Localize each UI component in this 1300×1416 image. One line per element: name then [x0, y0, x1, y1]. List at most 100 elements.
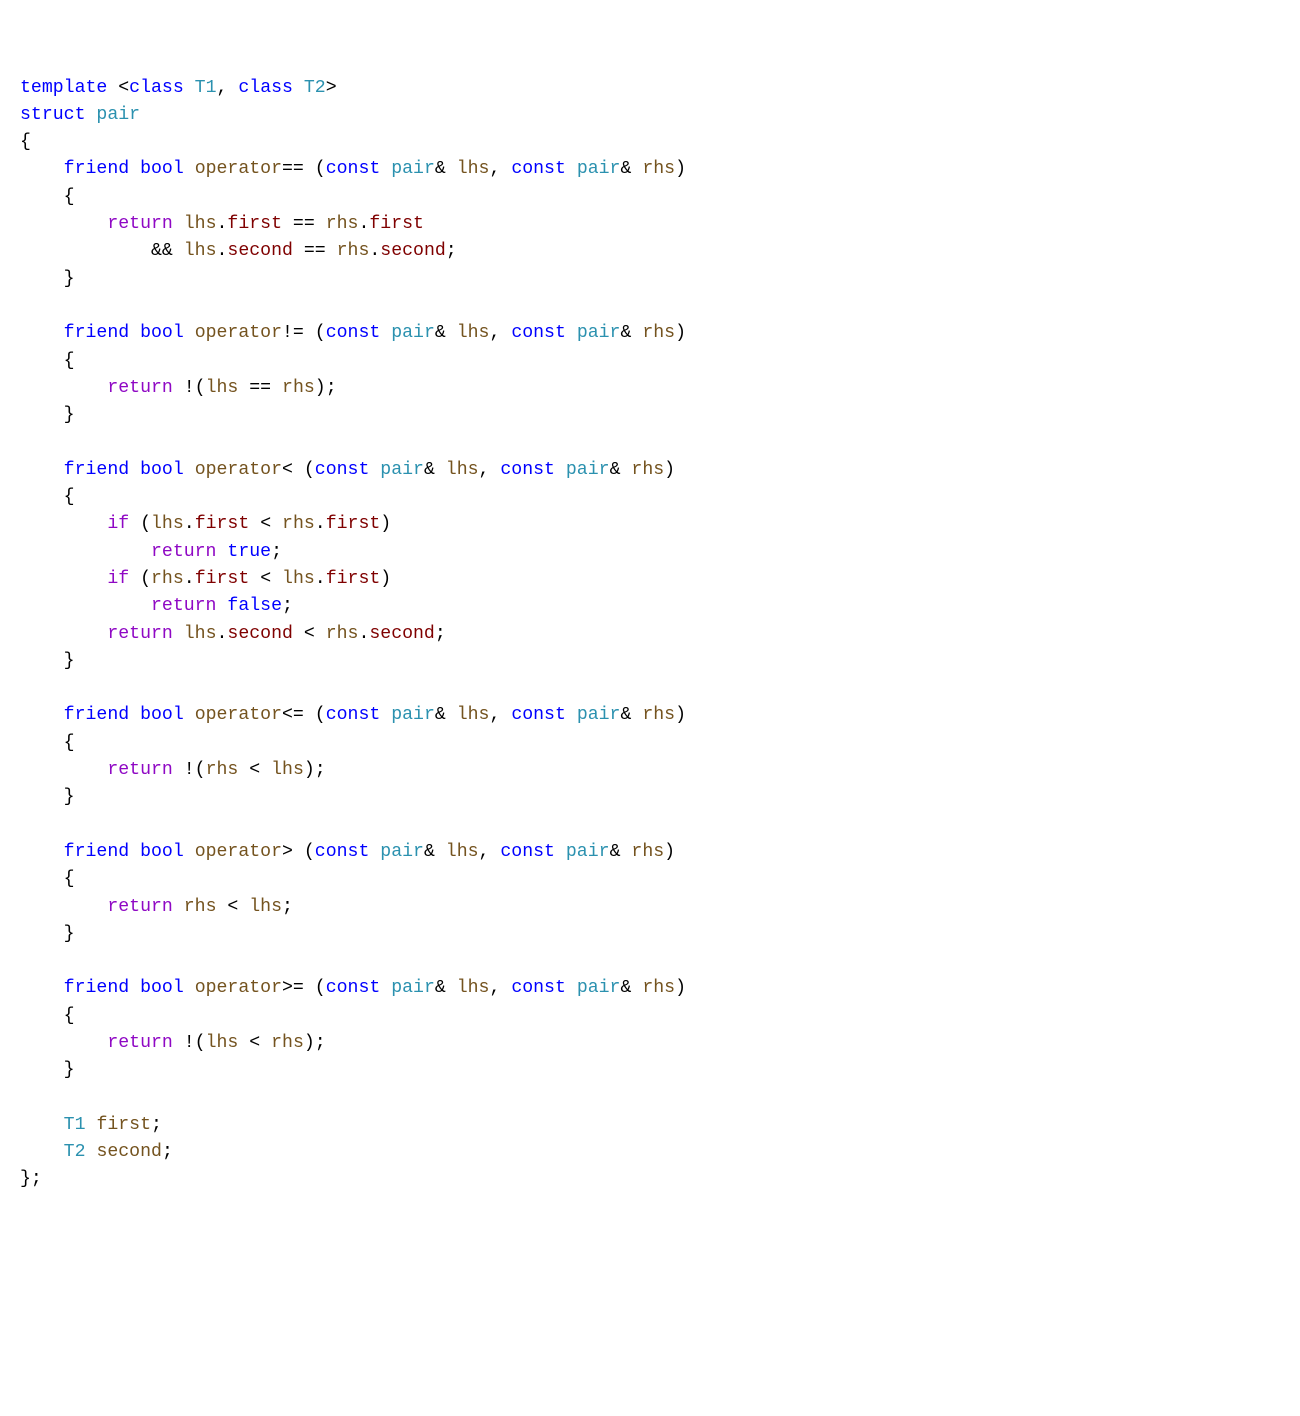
brace-open: {: [64, 1006, 75, 1026]
paren-close: );: [315, 378, 337, 398]
var-lhs: lhs: [206, 378, 239, 398]
param-rhs: rhs: [642, 323, 675, 343]
paren-close: ): [380, 569, 391, 589]
comma: ,: [217, 78, 228, 98]
amp: &: [435, 159, 446, 179]
semicolon: ;: [271, 542, 282, 562]
dot: .: [369, 241, 380, 261]
keyword-bool: bool: [140, 842, 184, 862]
member-first: first: [195, 514, 250, 534]
amp: &: [610, 460, 621, 480]
keyword-return: return: [107, 214, 173, 234]
fn-operator-le: operator: [195, 705, 282, 725]
op-lt: <: [260, 569, 271, 589]
param-lhs: lhs: [457, 159, 490, 179]
type-pair: pair: [577, 705, 621, 725]
var-lhs: lhs: [206, 1033, 239, 1053]
keyword-if: if: [107, 569, 129, 589]
member-decl-second: second: [96, 1142, 162, 1162]
amp: &: [424, 842, 435, 862]
keyword-const: const: [511, 705, 566, 725]
semicolon: ;: [446, 241, 457, 261]
keyword-const: const: [511, 159, 566, 179]
dot: .: [184, 569, 195, 589]
type-pair: pair: [577, 323, 621, 343]
var-lhs: lhs: [151, 514, 184, 534]
var-lhs: lhs: [184, 241, 217, 261]
op-not: !(: [184, 378, 206, 398]
brace-open: {: [64, 733, 75, 753]
type-t1: T1: [195, 78, 217, 98]
keyword-friend: friend: [64, 705, 130, 725]
op-lt: <: [260, 514, 271, 534]
dot: .: [358, 214, 369, 234]
var-rhs: rhs: [337, 241, 370, 261]
member-first: first: [195, 569, 250, 589]
param-rhs: rhs: [631, 842, 664, 862]
keyword-const: const: [326, 978, 381, 998]
sym-lt: <: [282, 460, 293, 480]
type-pair: pair: [391, 323, 435, 343]
paren-close: ): [664, 842, 675, 862]
paren-open: (: [304, 842, 315, 862]
var-lhs: lhs: [184, 624, 217, 644]
brace-close: }: [64, 924, 75, 944]
var-rhs: rhs: [282, 514, 315, 534]
brace-close: }: [64, 651, 75, 671]
param-lhs: lhs: [446, 842, 479, 862]
paren-open: (: [315, 159, 326, 179]
amp: &: [620, 978, 631, 998]
keyword-const: const: [511, 978, 566, 998]
member-first: first: [326, 514, 381, 534]
comma: ,: [479, 460, 490, 480]
keyword-return: return: [107, 378, 173, 398]
fn-operator-ne: operator: [195, 323, 282, 343]
type-pair: pair: [577, 978, 621, 998]
keyword-bool: bool: [140, 323, 184, 343]
member-second: second: [227, 241, 293, 261]
keyword-return: return: [107, 624, 173, 644]
keyword-if: if: [107, 514, 129, 534]
type-t2: T2: [64, 1142, 86, 1162]
amp: &: [610, 842, 621, 862]
keyword-const: const: [511, 323, 566, 343]
brace-close: };: [20, 1169, 42, 1189]
member-second: second: [380, 241, 446, 261]
keyword-const: const: [326, 159, 381, 179]
semicolon: ;: [435, 624, 446, 644]
dot: .: [358, 624, 369, 644]
keyword-template: template: [20, 78, 107, 98]
literal-false: false: [227, 596, 282, 616]
amp: &: [435, 978, 446, 998]
param-rhs: rhs: [642, 705, 675, 725]
keyword-const: const: [315, 460, 370, 480]
keyword-friend: friend: [64, 978, 130, 998]
param-rhs: rhs: [642, 159, 675, 179]
paren-open: (: [315, 978, 326, 998]
type-pair: pair: [96, 105, 140, 125]
keyword-bool: bool: [140, 705, 184, 725]
semicolon: ;: [162, 1142, 173, 1162]
comma: ,: [489, 978, 500, 998]
brace-close: }: [64, 787, 75, 807]
dot: .: [217, 214, 228, 234]
paren-close: ): [675, 159, 686, 179]
var-rhs: rhs: [326, 214, 359, 234]
amp: &: [435, 705, 446, 725]
param-rhs: rhs: [642, 978, 675, 998]
keyword-return: return: [107, 1033, 173, 1053]
keyword-bool: bool: [140, 978, 184, 998]
member-first: first: [326, 569, 381, 589]
var-lhs: lhs: [249, 897, 282, 917]
keyword-const: const: [315, 842, 370, 862]
op-lt: <: [249, 760, 260, 780]
op-eq: ==: [304, 241, 326, 261]
comma: ,: [489, 323, 500, 343]
fn-operator-ge: operator: [195, 978, 282, 998]
sym-le: <=: [282, 705, 304, 725]
keyword-return: return: [107, 897, 173, 917]
var-rhs: rhs: [184, 897, 217, 917]
paren-open: (: [140, 569, 151, 589]
param-lhs: lhs: [457, 978, 490, 998]
comma: ,: [489, 159, 500, 179]
